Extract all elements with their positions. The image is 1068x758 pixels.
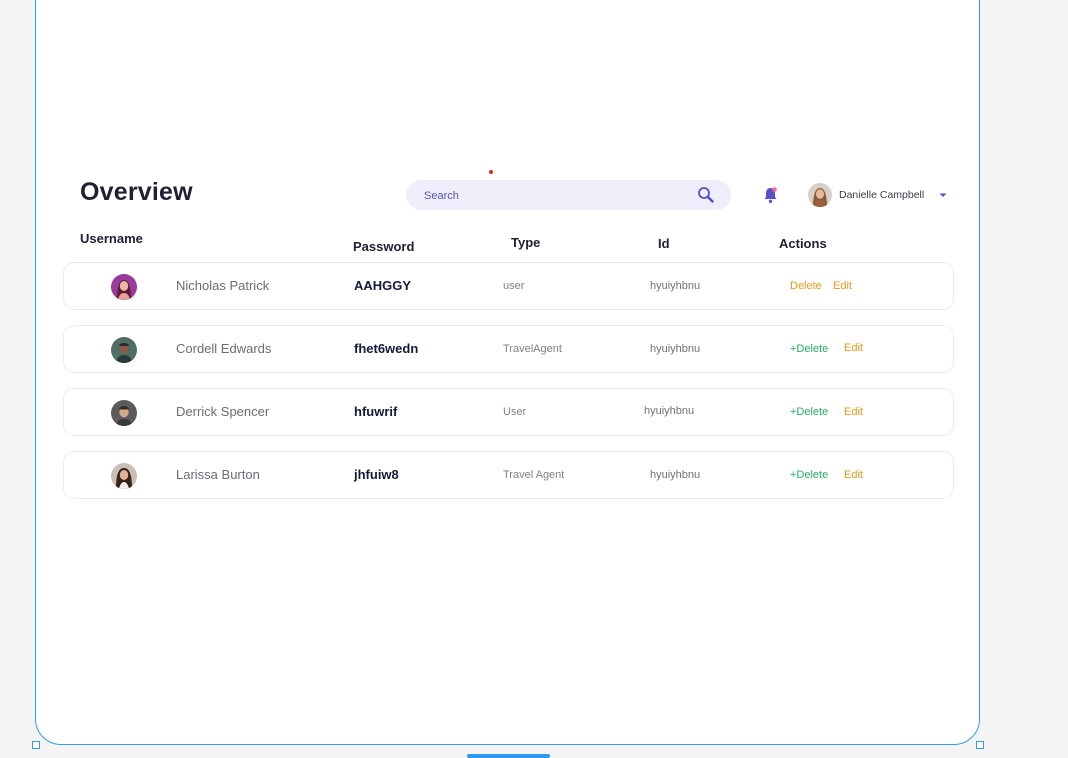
- column-header-id: Id: [658, 236, 670, 251]
- type-cell: user: [503, 280, 525, 292]
- column-header-username: Username: [80, 231, 143, 246]
- table-row: Cordell Edwards fhet6wedn TravelAgent hy…: [63, 325, 954, 373]
- delete-button[interactable]: +Delete: [790, 343, 828, 355]
- page-title: Overview: [80, 178, 193, 206]
- user-name[interactable]: Danielle Campbell: [839, 189, 924, 201]
- table-row: Nicholas Patrick AAHGGY user hyuiyhbnu D…: [63, 262, 954, 310]
- selection-handle-bottom-right[interactable]: [976, 741, 984, 749]
- selection-handle-bottom-left[interactable]: [32, 741, 40, 749]
- password-cell: fhet6wedn: [354, 341, 419, 356]
- password-cell: jhfuiw8: [354, 467, 399, 482]
- table-row: Derrick Spencer hfuwrif User hyuiyhbnu +…: [63, 388, 954, 436]
- id-cell: hyuiyhbnu: [650, 469, 701, 481]
- bell-icon[interactable]: [762, 186, 779, 204]
- type-cell: Travel Agent: [503, 469, 565, 481]
- edit-button[interactable]: Edit: [833, 280, 852, 292]
- delete-button[interactable]: +Delete: [790, 469, 828, 481]
- delete-button[interactable]: +Delete: [790, 406, 828, 418]
- search-input[interactable]: [422, 180, 686, 212]
- edit-button[interactable]: Edit: [844, 406, 863, 418]
- type-cell: TravelAgent: [503, 343, 562, 355]
- delete-button[interactable]: Delete: [790, 280, 822, 292]
- resize-bar[interactable]: [467, 754, 550, 758]
- search-icon[interactable]: [697, 186, 715, 204]
- username-cell: Nicholas Patrick: [176, 278, 270, 293]
- indicator-dot: [489, 170, 493, 174]
- table-row: Larissa Burton jhfuiw8 Travel Agent hyui…: [63, 451, 954, 499]
- column-header-actions: Actions: [779, 236, 827, 251]
- edit-button[interactable]: Edit: [844, 342, 863, 354]
- user-avatar[interactable]: [808, 183, 832, 207]
- password-cell: AAHGGY: [354, 278, 412, 293]
- avatar: [111, 274, 137, 300]
- column-header-type: Type: [511, 235, 541, 250]
- avatar: [111, 337, 137, 363]
- id-cell: hyuiyhbnu: [650, 343, 701, 355]
- edit-button[interactable]: Edit: [844, 469, 863, 481]
- avatar: [111, 400, 137, 426]
- username-cell: Cordell Edwards: [176, 341, 272, 356]
- search-bar[interactable]: [406, 180, 731, 212]
- id-cell: hyuiyhbnu: [650, 280, 701, 292]
- avatar: [111, 463, 137, 489]
- password-cell: hfuwrif: [354, 404, 398, 419]
- username-cell: Larissa Burton: [176, 467, 260, 482]
- username-cell: Derrick Spencer: [176, 404, 270, 419]
- column-header-password: Password: [353, 239, 415, 254]
- chevron-down-icon[interactable]: [938, 192, 948, 198]
- type-cell: User: [503, 406, 527, 418]
- id-cell: hyuiyhbnu: [644, 405, 695, 417]
